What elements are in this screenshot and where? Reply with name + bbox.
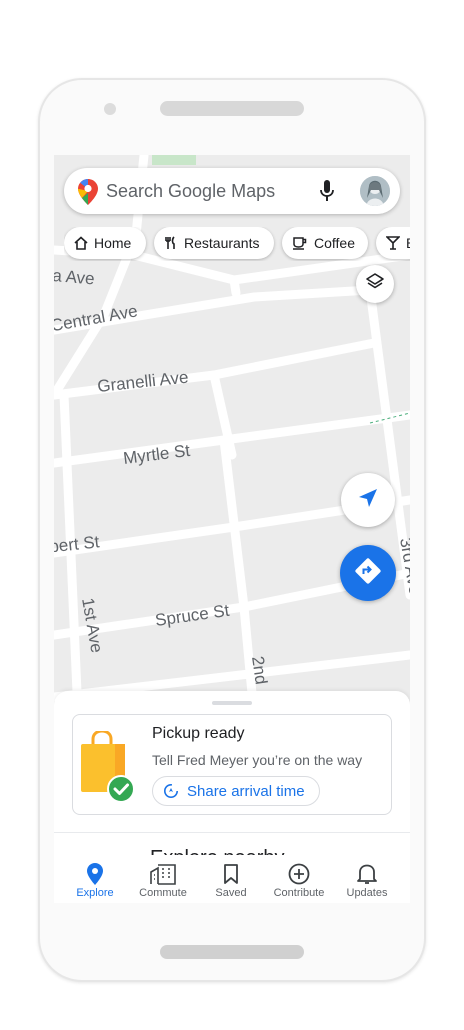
nav-saved[interactable]: Saved <box>196 855 266 903</box>
commute-icon <box>128 863 198 887</box>
avatar[interactable] <box>360 176 390 206</box>
nav-label: Contribute <box>273 887 325 899</box>
category-chips: Home Restaurants Coffee B <box>64 227 410 261</box>
card-title: Pickup ready <box>152 725 245 742</box>
nav-label: Saved <box>215 887 247 899</box>
chip-restaurants[interactable]: Restaurants <box>154 227 274 259</box>
microphone-icon[interactable] <box>320 180 334 207</box>
nav-commute[interactable]: Commute <box>128 855 198 903</box>
nav-updates[interactable]: Updates <box>332 855 402 903</box>
earpiece-speaker <box>160 101 304 116</box>
chip-bars[interactable]: B <box>376 227 410 259</box>
pickup-card[interactable]: Pickup ready Tell Fred Meyer you’re on t… <box>72 714 392 815</box>
bell-icon <box>332 863 402 887</box>
card-subtitle: Tell Fred Meyer you’re on the way <box>152 752 363 768</box>
chip-label: Coffee <box>314 235 355 251</box>
bottom-speaker <box>160 945 304 959</box>
nav-label: Explore <box>76 887 114 899</box>
search-placeholder[interactable]: Search Google Maps <box>106 181 275 202</box>
front-camera <box>104 103 116 115</box>
map-street-label: 2nd <box>248 655 271 686</box>
navigation-arrow-icon <box>357 487 379 514</box>
chip-coffee[interactable]: Coffee <box>282 227 368 259</box>
nav-explore[interactable]: Explore <box>60 855 130 903</box>
explore-pin-icon <box>60 863 130 887</box>
chip-label: Restaurants <box>184 235 260 251</box>
share-button-label: Share arrival time <box>187 782 305 800</box>
nav-contribute[interactable]: Contribute <box>264 855 334 903</box>
my-location-button[interactable] <box>341 473 395 527</box>
sheet-drag-handle[interactable] <box>212 701 252 705</box>
chip-label: Home <box>94 235 132 251</box>
restaurant-icon <box>164 236 178 250</box>
nav-label: Updates <box>346 887 388 899</box>
map-street-label: a Ave <box>54 266 95 289</box>
search-bar[interactable]: Search Google Maps <box>64 168 400 214</box>
share-location-icon <box>163 783 179 799</box>
directions-icon <box>354 557 382 590</box>
nav-label: Commute <box>139 887 187 899</box>
maps-logo-pin-icon <box>78 179 98 210</box>
sheet-divider <box>54 832 410 833</box>
home-icon <box>74 236 88 250</box>
add-circle-icon <box>264 863 334 887</box>
layers-button[interactable] <box>356 265 394 303</box>
layers-icon <box>365 272 385 297</box>
coffee-icon <box>292 236 308 250</box>
bookmark-icon <box>196 863 266 887</box>
app-screen: a Ave Central Ave Granelli Ave Myrtle St… <box>54 155 410 903</box>
bottom-navigation: Explore Commute Saved Contribute Updates <box>54 855 410 903</box>
shopping-bag-icon <box>80 729 138 810</box>
share-arrival-time-button[interactable]: Share arrival time <box>152 776 320 806</box>
chip-label: B <box>406 235 410 251</box>
directions-button[interactable] <box>340 545 396 601</box>
chip-home[interactable]: Home <box>64 227 146 259</box>
bar-icon <box>386 236 400 250</box>
